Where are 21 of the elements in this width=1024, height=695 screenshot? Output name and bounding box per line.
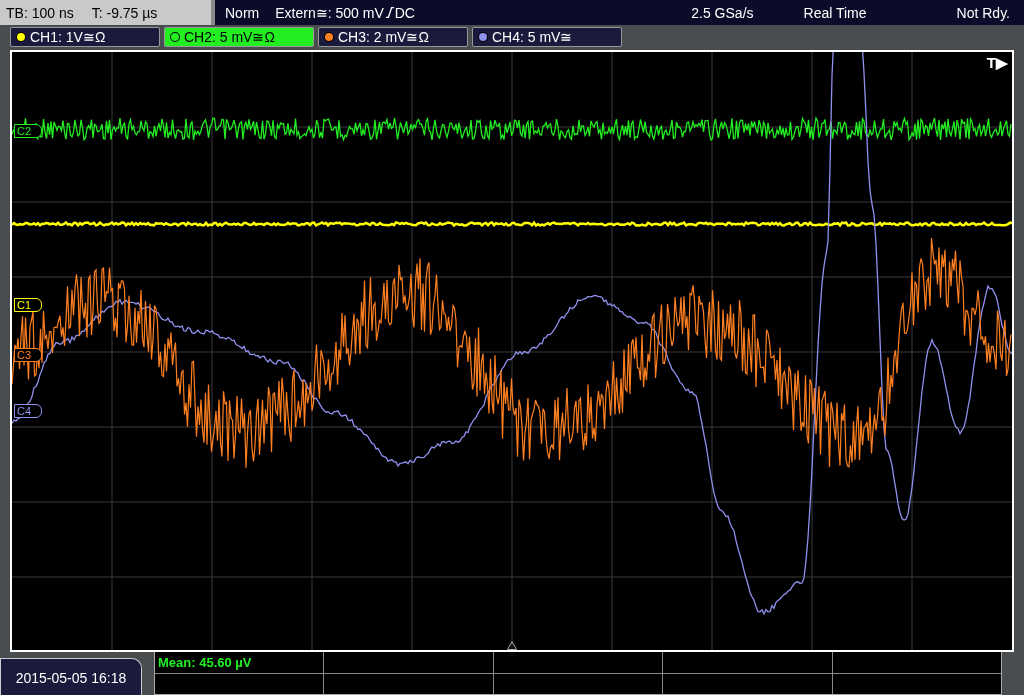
- channel-marker[interactable]: C3: [14, 348, 43, 362]
- trigger-source: Extern≅: 500 mV: [275, 4, 384, 21]
- channel-tab[interactable]: CH4: 5 mV≅: [472, 27, 622, 47]
- trigger-time-icon: [507, 641, 517, 650]
- date-time: 2015-05-05 16:18: [0, 658, 142, 695]
- acquisition-mode: Real Time: [803, 4, 867, 21]
- channel-marker[interactable]: C2: [14, 124, 43, 138]
- channel-marker[interactable]: C4: [14, 404, 43, 418]
- trigger-coupling: DC: [394, 4, 415, 21]
- trigger-mode: Norm: [225, 4, 260, 21]
- channel-tab[interactable]: CH1: 1V≅Ω: [10, 27, 160, 47]
- channel-tab[interactable]: CH2: 5 mV≅Ω: [164, 27, 314, 47]
- rising-edge-icon: [385, 6, 394, 19]
- trigger-time: T: -9.75 µs: [91, 4, 158, 21]
- channel-tab[interactable]: CH3: 2 mV≅Ω: [318, 27, 468, 47]
- sample-rate: 2.5 GSa/s: [691, 4, 754, 21]
- trigger-position-marker: T▶: [986, 54, 1008, 72]
- timebase: TB: 100 ns: [6, 4, 74, 21]
- channel-marker[interactable]: C1: [14, 298, 43, 312]
- measurement-result: Mean: 45.60 µV: [158, 654, 252, 670]
- acquisition-state: Not Rdy.: [956, 4, 1010, 21]
